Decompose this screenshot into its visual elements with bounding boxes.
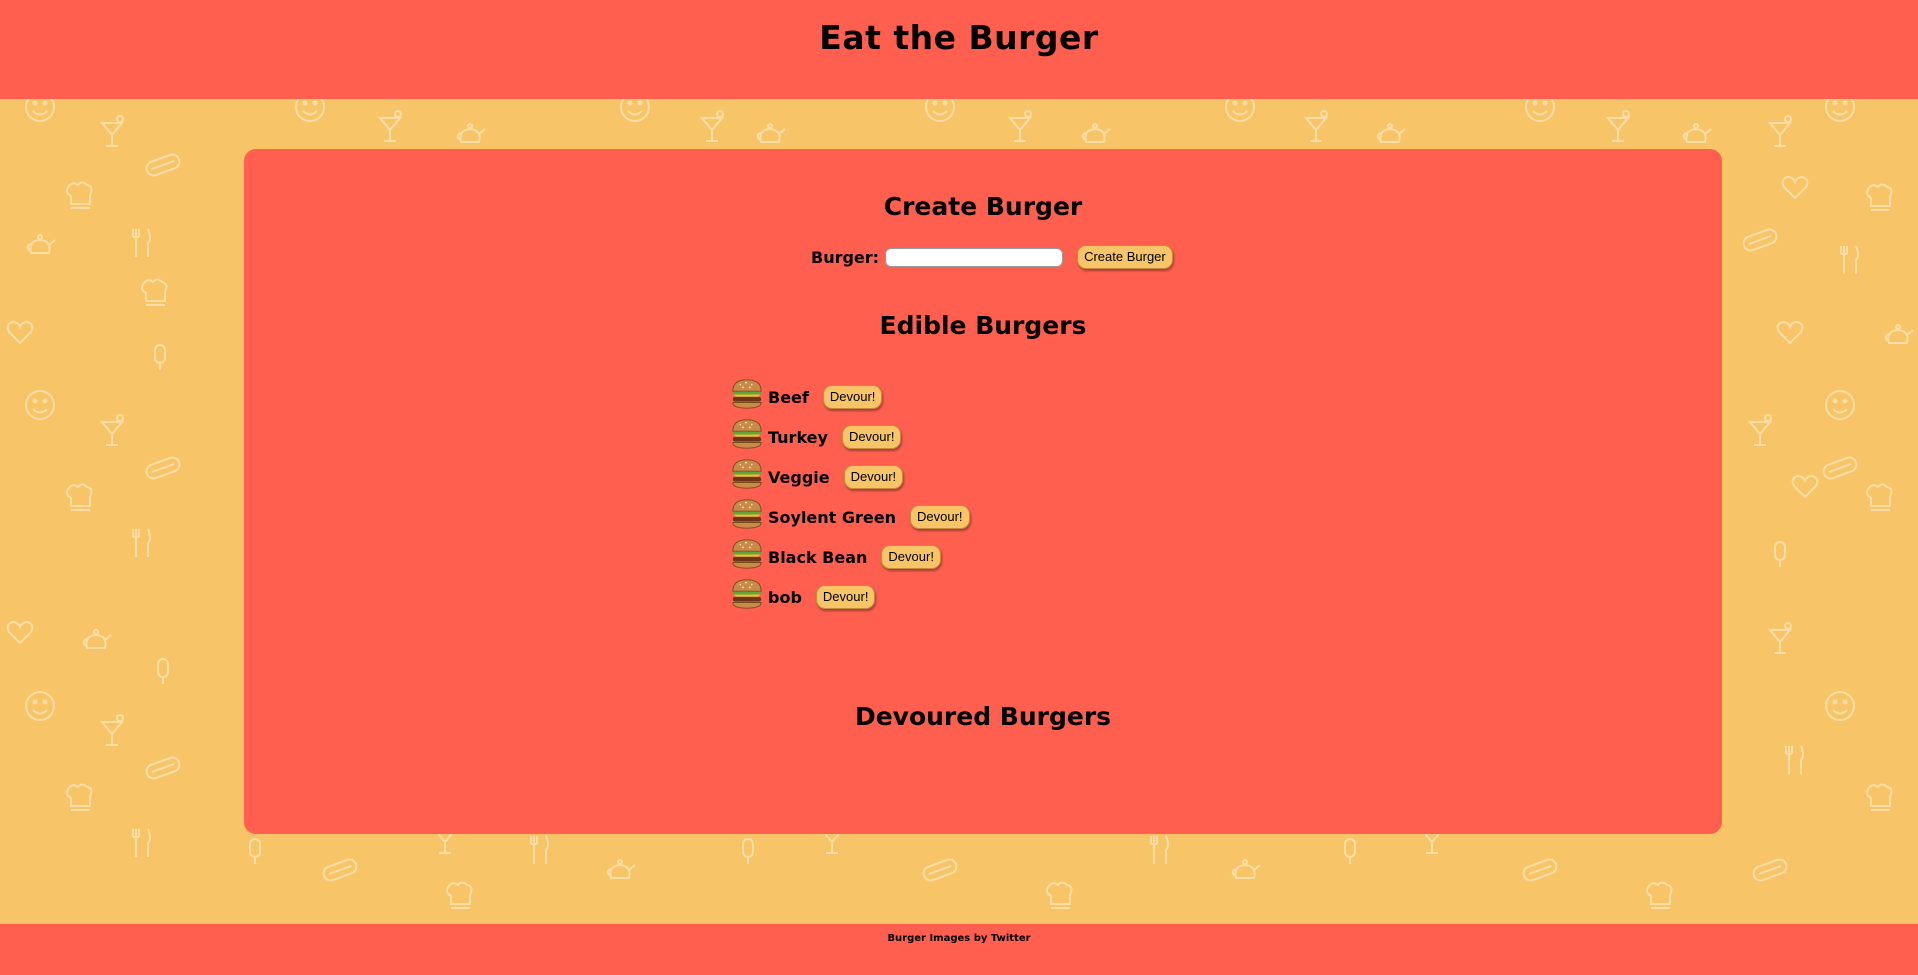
burger-name: Soylent Green xyxy=(768,507,897,527)
burger-name: Veggie xyxy=(768,467,830,487)
burger-name-input[interactable] xyxy=(885,247,1064,267)
burger-icon xyxy=(732,539,762,569)
devour-button[interactable]: Devour! xyxy=(881,545,941,569)
burger-name: Black Bean xyxy=(768,547,868,567)
burger-list-item: Turkey Devour! xyxy=(730,417,970,457)
burger-name: Beef xyxy=(768,387,809,407)
edible-burgers-heading: Edible Burgers xyxy=(879,311,1087,340)
create-burger-button[interactable]: Create Burger xyxy=(1077,245,1173,269)
site-footer: Burger Images by Twitter xyxy=(0,924,1918,975)
edible-burger-list: Beef Devour! Turkey Devour! Veggie Devou… xyxy=(730,377,970,617)
devour-button[interactable]: Devour! xyxy=(815,585,876,609)
devour-button[interactable]: Devour! xyxy=(843,465,904,489)
burger-list-item: bob Devour! xyxy=(730,577,970,617)
create-burger-form: Burger: Create Burger xyxy=(811,243,1173,271)
burger-list-item: Veggie Devour! xyxy=(730,457,970,497)
site-header: Eat the Burger xyxy=(0,0,1918,99)
burger-icon xyxy=(732,579,762,609)
burger-name: Turkey xyxy=(768,427,828,447)
site-title: Eat the Burger xyxy=(819,18,1099,57)
main-panel: Create Burger Burger: Create Burger Edib… xyxy=(244,149,1722,834)
devoured-burgers-heading: Devoured Burgers xyxy=(854,702,1112,731)
burger-field-label: Burger: xyxy=(811,247,880,267)
burger-icon xyxy=(732,499,762,529)
burger-icon xyxy=(732,419,762,449)
image-credit: Burger Images by Twitter xyxy=(887,933,1031,944)
burger-icon xyxy=(732,459,762,489)
burger-list-item: Soylent Green Devour! xyxy=(730,497,970,537)
devour-button[interactable]: Devour! xyxy=(822,385,883,409)
devour-button[interactable]: Devour! xyxy=(841,425,902,449)
burger-list-item: Black Bean Devour! xyxy=(730,537,970,577)
create-burger-heading: Create Burger xyxy=(883,192,1083,221)
burger-name: bob xyxy=(768,587,802,607)
burger-icon xyxy=(732,379,762,409)
devour-button[interactable]: Devour! xyxy=(910,505,970,529)
burger-list-item: Beef Devour! xyxy=(730,377,970,417)
